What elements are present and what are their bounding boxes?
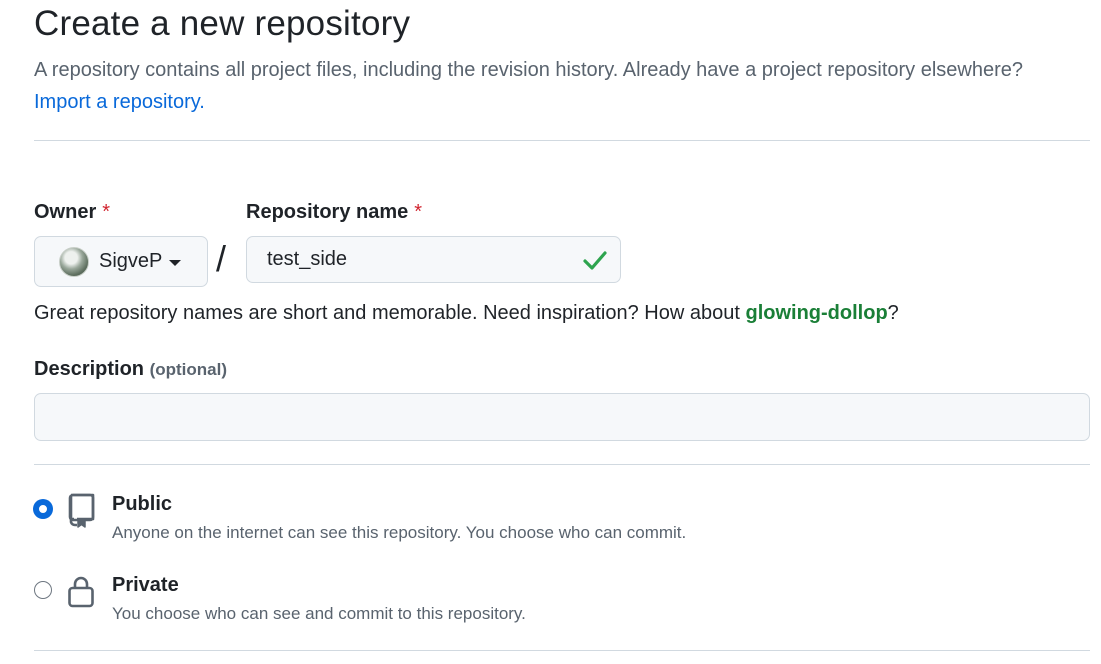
hint-text: Great repository names are short and mem… [34,302,746,324]
page-subtitle: A repository contains all project files,… [34,54,1094,118]
check-icon [583,251,607,270]
repo-name-label-text: Repository name [246,201,409,223]
description-label-text: Description [34,358,145,380]
subtitle-text: A repository contains all project files,… [34,59,1024,81]
repo-name-required-mark: * [414,201,423,223]
owner-repo-separator: / [216,238,227,279]
visibility-divider-top [34,464,1090,465]
page-title: Create a new repository [34,4,411,43]
lock-icon [68,576,94,608]
header-divider [34,140,1090,141]
owner-select-button[interactable]: SigveP [34,236,208,287]
hint-suffix: ? [887,302,899,324]
owner-name: SigveP [99,250,163,272]
avatar [59,246,89,277]
create-repo-page: Create a new repository A repository con… [0,0,1101,664]
public-title: Public [112,493,173,515]
repo-name-label: Repository name * [246,201,422,224]
public-radio[interactable] [34,500,52,518]
description-label: Description (optional) [34,358,227,381]
owner-label: Owner * [34,201,110,224]
visibility-divider-bottom [34,650,1090,651]
repo-name-field [246,236,621,283]
optional-tag: (optional) [149,360,228,379]
name-suggestion[interactable]: glowing-dollop [745,302,887,324]
repo-name-input[interactable] [265,237,565,282]
repo-icon [68,493,95,528]
repo-name-hint: Great repository names are short and mem… [34,302,899,325]
private-radio[interactable] [34,581,52,599]
import-repository-link[interactable]: Import a repository. [34,91,205,113]
private-description: You choose who can see and commit to thi… [112,604,526,623]
owner-required-mark: * [102,201,111,223]
private-title: Private [112,574,179,596]
public-description: Anyone on the internet can see this repo… [112,523,687,542]
description-input[interactable] [34,393,1090,441]
chevron-down-icon [169,259,182,266]
owner-label-text: Owner [34,201,97,223]
